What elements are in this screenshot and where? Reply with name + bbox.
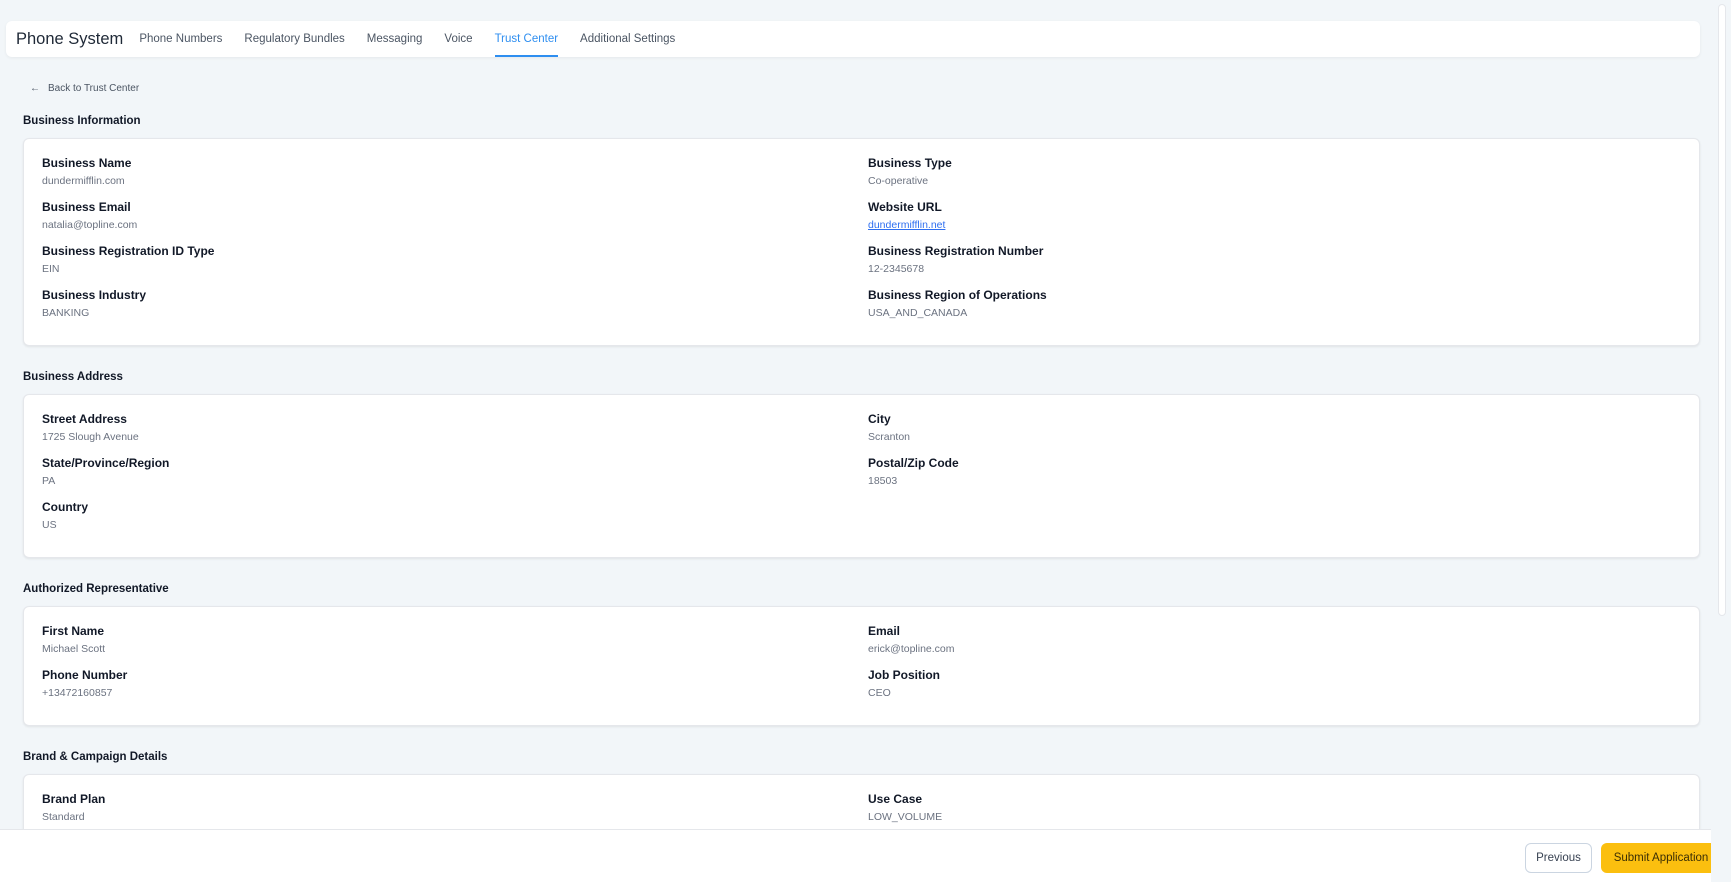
back-to-trust-center-link[interactable]: ← Back to Trust Center xyxy=(30,83,139,94)
tab-messaging[interactable]: Messaging xyxy=(367,21,423,57)
field-label: Country xyxy=(42,500,88,514)
field-value: natalia@topline.com xyxy=(42,219,138,231)
section-card: Business Name dundermifflin.com Business T… xyxy=(23,138,1700,346)
scrollbar-thumb[interactable] xyxy=(1718,4,1726,616)
field-label: Job Position xyxy=(868,668,940,682)
field-value: EIN xyxy=(42,263,60,275)
back-link-label: Back to Trust Center xyxy=(48,83,140,94)
footer-bar: Previous Submit Application xyxy=(0,829,1721,882)
top-nav: Phone System Phone Numbers Regulatory Bu… xyxy=(6,21,1700,57)
section-card: First Name Michael Scott Email erick@toplin… xyxy=(23,606,1700,726)
field-label: State/Province/Region xyxy=(42,456,170,470)
field-label: Email xyxy=(868,624,901,638)
previous-button[interactable]: Previous xyxy=(1525,843,1592,873)
tab-additional-settings[interactable]: Additional Settings xyxy=(580,21,675,57)
field: Business Email natalia@topline.com xyxy=(42,200,868,244)
field-label: City xyxy=(868,412,891,426)
field: Job Position CEO xyxy=(868,668,1681,712)
field-label: Website URL xyxy=(868,200,942,214)
field-value: +13472160857 xyxy=(42,687,113,699)
field: City Scranton xyxy=(868,412,1681,456)
submit-application-button[interactable]: Submit Application xyxy=(1601,843,1721,873)
field-value: Scranton xyxy=(868,431,911,443)
scrollbar[interactable] xyxy=(1711,0,1731,882)
field: Website URL dundermifflin.net xyxy=(868,200,1681,244)
field: State/Province/Region PA xyxy=(42,456,868,500)
website-link[interactable]: dundermifflin.net xyxy=(868,219,945,231)
field: Phone Number +13472160857 xyxy=(42,668,868,712)
app-title: Phone System xyxy=(16,29,124,48)
field-label: Phone Number xyxy=(42,668,128,682)
field-label: Business Name xyxy=(42,156,132,170)
field-value: Co-operative xyxy=(868,175,929,187)
field-label: Business Registration Number xyxy=(868,244,1044,258)
field: Postal/Zip Code 18503 xyxy=(868,456,1681,500)
field-label: Business Registration ID Type xyxy=(42,244,215,258)
field-value: 1725 Slough Avenue xyxy=(42,431,139,443)
field-label: First Name xyxy=(42,624,105,638)
section-title: Authorized Representative xyxy=(23,583,169,595)
field-value: USA_AND_CANADA xyxy=(868,307,968,319)
field-value: PA xyxy=(42,475,56,487)
field-label: Business Email xyxy=(42,200,131,214)
field-value: BANKING xyxy=(42,307,90,319)
field-value: LOW_VOLUME xyxy=(868,811,943,823)
field-value: US xyxy=(42,519,57,531)
field-value: 12-2345678 xyxy=(868,263,925,275)
field-label: Business Region of Operations xyxy=(868,288,1047,302)
field: Street Address 1725 Slough Avenue xyxy=(42,412,868,456)
field: Business Industry BANKING xyxy=(42,288,868,332)
field-value: CEO xyxy=(868,687,891,699)
field-label: Use Case xyxy=(868,792,923,806)
section-title: Business Address xyxy=(23,371,123,383)
field-value: dundermifflin.net xyxy=(868,219,1681,232)
field-value: dundermifflin.com xyxy=(42,175,125,187)
section-title: Brand & Campaign Details xyxy=(23,751,168,763)
tab-phone-numbers[interactable]: Phone Numbers xyxy=(139,21,222,57)
field-label: Business Type xyxy=(868,156,952,170)
field-label: Brand Plan xyxy=(42,792,106,806)
field: First Name Michael Scott xyxy=(42,624,868,668)
field: Business Type Co-operative xyxy=(868,156,1681,200)
field-label: Postal/Zip Code xyxy=(868,456,959,470)
field-label: Street Address xyxy=(42,412,127,426)
field: Business Registration ID Type EIN xyxy=(42,244,868,288)
field-value: Standard xyxy=(42,811,85,823)
section-title: Business Information xyxy=(23,115,141,127)
tab-voice[interactable]: Voice xyxy=(444,21,472,57)
arrow-left-icon: ← xyxy=(30,83,40,94)
field: Business Registration Number 12-2345678 xyxy=(868,244,1681,288)
field: Business Name dundermifflin.com xyxy=(42,156,868,200)
field: Country US xyxy=(42,500,868,544)
field-value: Michael Scott xyxy=(42,643,106,655)
application-summary: Business Information Business Name dunderm… xyxy=(23,115,1700,882)
field-label: Business Industry xyxy=(42,288,147,302)
tab-trust-center[interactable]: Trust Center xyxy=(494,21,559,57)
section-card: Street Address 1725 Slough Avenue City Scra… xyxy=(23,394,1700,558)
field: Email erick@topline.com xyxy=(868,624,1681,668)
field-value: 18503 xyxy=(868,475,898,487)
field: Business Region of Operations USA_AND_CAN… xyxy=(868,288,1681,332)
field-value: erick@topline.com xyxy=(868,643,955,655)
tab-regulatory-bundles[interactable]: Regulatory Bundles xyxy=(244,21,344,57)
